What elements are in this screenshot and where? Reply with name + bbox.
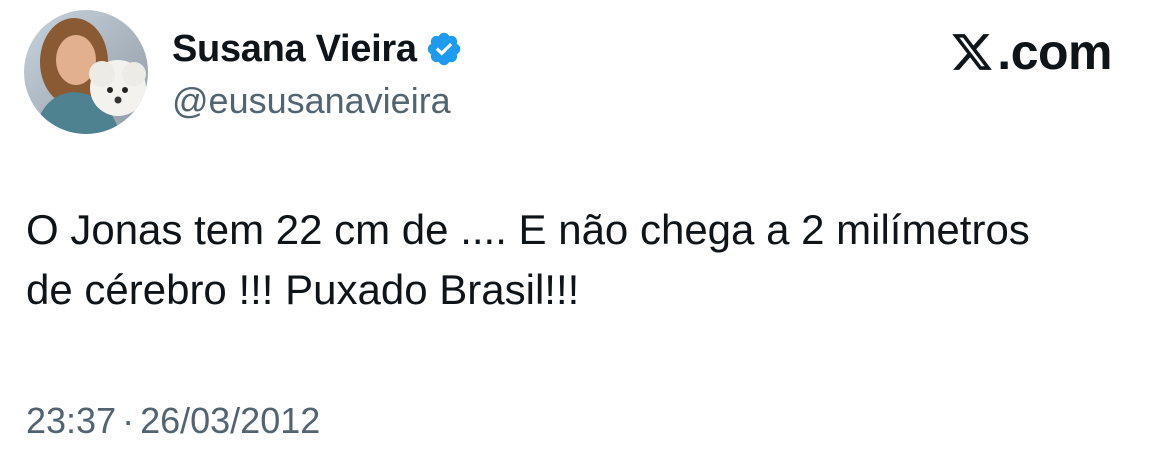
- x-logo-icon: [950, 30, 994, 74]
- tweet-time[interactable]: 23:37: [26, 400, 116, 441]
- tweet-card: Susana Vieira @eususanavieira .com O Jon…: [0, 0, 1170, 472]
- verified-badge-icon: [425, 30, 463, 68]
- avatar[interactable]: [24, 10, 148, 134]
- tweet-timestamp: 23:37 · 26/03/2012: [26, 400, 320, 442]
- tweet-text: O Jonas tem 22 cm de .... E não chega a …: [26, 200, 1136, 320]
- avatar-photo-icon: [24, 10, 148, 134]
- brand-text: .com: [997, 24, 1112, 80]
- author-name-row[interactable]: Susana Vieira: [172, 24, 463, 74]
- tweet-date[interactable]: 26/03/2012: [140, 400, 320, 441]
- x-com-brand: .com: [950, 26, 1112, 78]
- author-handle[interactable]: @eususanavieira: [172, 80, 451, 122]
- meta-separator: ·: [122, 400, 135, 441]
- display-name[interactable]: Susana Vieira: [172, 28, 417, 71]
- tweet-text-line: O Jonas tem 22 cm de .... E não chega a …: [26, 206, 1030, 253]
- tweet-text-line: de cérebro !!! Puxado Brasil!!!: [26, 266, 580, 313]
